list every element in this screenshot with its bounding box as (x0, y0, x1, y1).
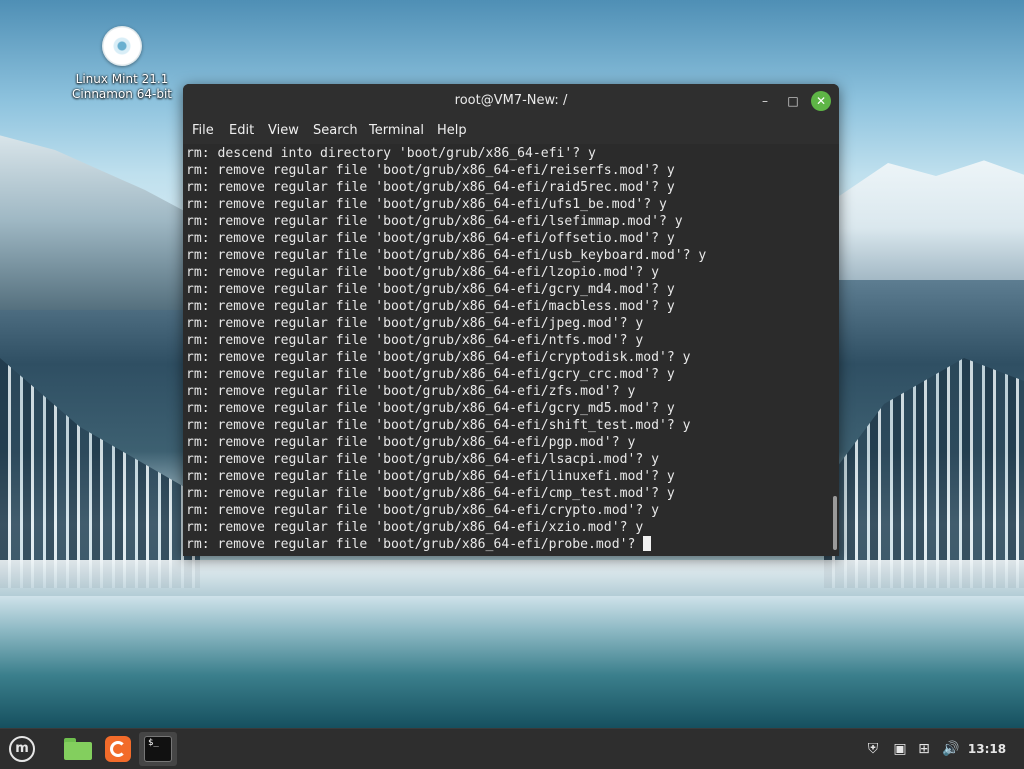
mint-menu-icon: m (9, 736, 35, 762)
terminal-line: rm: remove regular file 'boot/grub/x86_6… (186, 333, 644, 348)
terminal-prompt-line: rm: remove regular file 'boot/grub/x86_6… (186, 536, 652, 553)
mint-menu-button[interactable]: m (4, 732, 40, 766)
taskbar: m $_ ⛨ ▣ ⊞ 🔊 13:18 (0, 728, 1024, 769)
terminal-line: rm: descend into directory 'boot/grub/x8… (186, 146, 596, 161)
terminal-line: rm: remove regular file 'boot/grub/x86_6… (186, 435, 636, 450)
terminal-line: rm: remove regular file 'boot/grub/x86_6… (186, 486, 675, 501)
terminal-line: rm: remove regular file 'boot/grub/x86_6… (186, 282, 675, 297)
terminal-window[interactable]: root@VM7-New: / – □ ✕ File Edit View Sea… (183, 84, 839, 556)
wallpaper-forest-left (0, 358, 200, 588)
wallpaper-lake (0, 596, 1024, 728)
desktop-icon-label: Linux Mint 21.1 Cinnamon 64-bit (72, 72, 172, 101)
terminal-line: rm: remove regular file 'boot/grub/x86_6… (186, 469, 675, 484)
menu-file[interactable]: File (192, 123, 214, 138)
files-icon (64, 738, 92, 760)
terminal-line: rm: remove regular file 'boot/grub/x86_6… (186, 180, 675, 195)
close-button[interactable]: ✕ (811, 91, 831, 111)
terminal-line: rm: remove regular file 'boot/grub/x86_6… (186, 316, 644, 331)
firefox-icon (105, 736, 131, 762)
disc-icon (102, 26, 142, 66)
terminal-line: rm: remove regular file 'boot/grub/x86_6… (186, 401, 675, 416)
terminal-scrollbar[interactable] (831, 144, 839, 556)
scrollbar-thumb[interactable] (833, 496, 837, 550)
menu-help[interactable]: Help (437, 123, 467, 138)
terminal-line: rm: remove regular file 'boot/grub/x86_6… (186, 299, 675, 314)
terminal-icon: $_ (144, 736, 172, 762)
files-launcher[interactable] (60, 732, 96, 766)
update-manager-icon[interactable]: ▣ (890, 739, 910, 759)
terminal-line: rm: remove regular file 'boot/grub/x86_6… (186, 214, 683, 229)
shield-icon[interactable]: ⛨ (862, 739, 884, 759)
terminal-line: rm: remove regular file 'boot/grub/x86_6… (186, 452, 659, 467)
terminal-line: rm: remove regular file 'boot/grub/x86_6… (186, 384, 636, 399)
terminal-line: rm: remove regular file 'boot/grub/x86_6… (186, 163, 675, 178)
text-cursor (643, 536, 652, 551)
terminal-line: rm: remove regular file 'boot/grub/x86_6… (186, 503, 659, 518)
menu-terminal[interactable]: Terminal (369, 123, 424, 138)
terminal-line: rm: remove regular file 'boot/grub/x86_6… (186, 520, 644, 535)
minimize-button[interactable]: – (755, 91, 775, 111)
terminal-line: rm: remove regular file 'boot/grub/x86_6… (186, 231, 675, 246)
menu-view[interactable]: View (268, 123, 299, 138)
volume-icon[interactable]: 🔊 (940, 739, 962, 759)
terminal-prompt-text: rm: remove regular file 'boot/grub/x86_6… (186, 537, 636, 552)
terminal-line: rm: remove regular file 'boot/grub/x86_6… (186, 197, 667, 212)
terminal-launcher[interactable]: $_ (139, 732, 177, 766)
terminal-line: rm: remove regular file 'boot/grub/x86_6… (186, 350, 691, 365)
terminal-output[interactable]: rm: descend into directory 'boot/grub/x8… (183, 144, 831, 556)
network-icon[interactable]: ⊞ (914, 739, 934, 759)
terminal-line: rm: remove regular file 'boot/grub/x86_6… (186, 248, 707, 263)
menu-search[interactable]: Search (313, 123, 358, 138)
firefox-launcher[interactable] (100, 732, 136, 766)
terminal-line: rm: remove regular file 'boot/grub/x86_6… (186, 265, 659, 280)
terminal-line: rm: remove regular file 'boot/grub/x86_6… (186, 418, 691, 433)
window-titlebar[interactable]: root@VM7-New: / – □ ✕ (183, 84, 839, 118)
maximize-button[interactable]: □ (783, 91, 803, 111)
wallpaper-shore (0, 560, 1024, 596)
clock[interactable]: 13:18 (964, 739, 1010, 759)
menu-edit[interactable]: Edit (229, 123, 254, 138)
window-title: root@VM7-New: / (454, 93, 568, 108)
terminal-line: rm: remove regular file 'boot/grub/x86_6… (186, 367, 675, 382)
desktop-icon-install-disc[interactable]: Linux Mint 21.1 Cinnamon 64-bit (66, 24, 178, 102)
wallpaper-forest-right (824, 358, 1024, 588)
menu-bar: File Edit View Search Terminal Help (183, 118, 839, 144)
